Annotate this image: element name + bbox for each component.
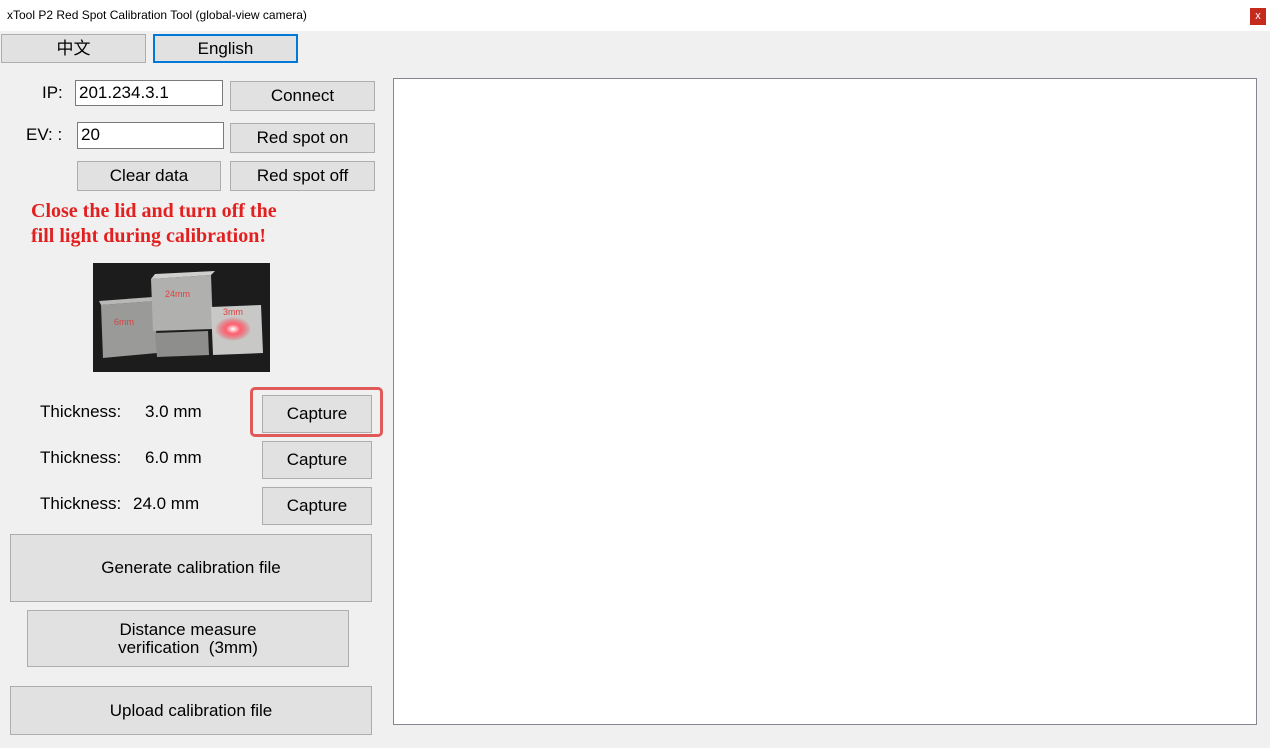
ev-input[interactable]: 20 [77, 122, 224, 149]
thickness-label: Thickness: [40, 494, 122, 513]
distance-button-line-1: Distance measure [119, 619, 257, 639]
camera-preview-area [393, 78, 1257, 725]
capture-button-3mm[interactable]: Capture [262, 395, 372, 433]
thickness-label: Thickness: [40, 448, 122, 467]
thickness-label: Thickness: [40, 402, 122, 421]
window-title: xTool P2 Red Spot Calibration Tool (glob… [7, 8, 307, 22]
chinese-language-button[interactable]: 中文 [1, 34, 146, 63]
distance-measure-verification-button[interactable]: Distance measure verification (3mm) [27, 610, 349, 667]
close-button[interactable]: x [1250, 8, 1266, 25]
photo-label-3mm: 3mm [223, 307, 243, 317]
clear-data-button[interactable]: Clear data [77, 161, 221, 191]
thickness-value: 24.0 mm [133, 494, 200, 513]
warning-line-1: Close the lid and turn off the [31, 200, 277, 222]
ip-label: IP: [42, 83, 63, 102]
calibration-reference-photo: 6mm 24mm 3mm [93, 263, 270, 372]
generate-calibration-file-button[interactable]: Generate calibration file [10, 534, 372, 602]
ip-input[interactable]: 201.234.3.1 [75, 80, 223, 106]
connect-button[interactable]: Connect [230, 81, 375, 111]
thickness-value: 6.0 mm [145, 448, 202, 467]
capture-button-6mm[interactable]: Capture [262, 441, 372, 479]
english-language-button[interactable]: English [153, 34, 298, 63]
photo-label-24mm: 24mm [165, 289, 190, 299]
upload-calibration-file-button[interactable]: Upload calibration file [10, 686, 372, 735]
photo-label-6mm: 6mm [114, 317, 134, 327]
calibration-warning: Close the lid and turn off the fill ligh… [31, 199, 331, 249]
red-spot-on-button[interactable]: Red spot on [230, 123, 375, 153]
ev-label: EV: : [26, 125, 63, 144]
thickness-value: 3.0 mm [145, 402, 202, 421]
warning-line-2: fill light during calibration! [31, 225, 267, 247]
distance-button-line-2: verification (3mm) [118, 637, 258, 657]
capture-button-24mm[interactable]: Capture [262, 487, 372, 525]
red-spot-off-button[interactable]: Red spot off [230, 161, 375, 191]
